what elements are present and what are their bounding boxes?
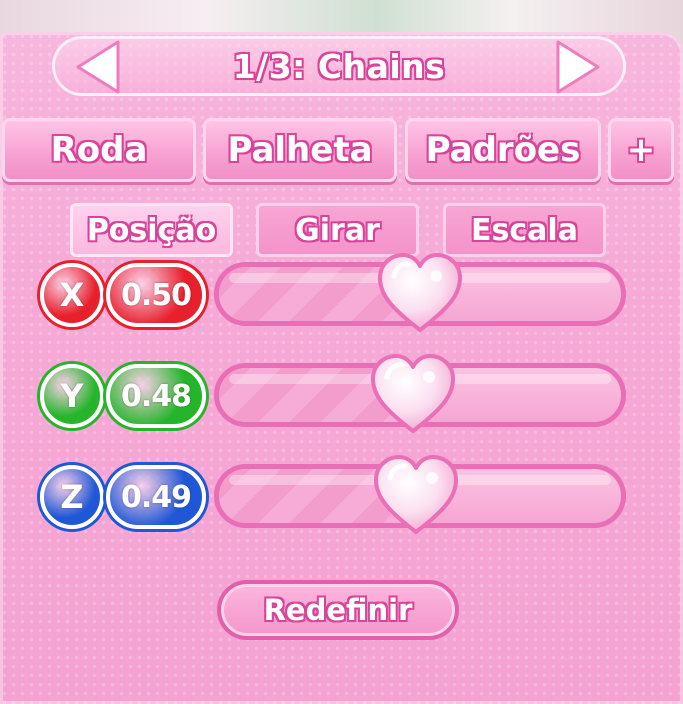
heart-knob-icon[interactable]	[370, 452, 462, 538]
slider-row-x: X 0.50	[0, 253, 683, 332]
tab-more-plus[interactable]: +	[608, 118, 674, 182]
reset-button[interactable]: Redefinir	[217, 580, 459, 640]
page-title: 1/3: Chains	[232, 46, 446, 86]
subtab-girar[interactable]: Girar	[256, 203, 419, 257]
axis-x-badge: X	[40, 263, 104, 327]
slider-row-z: Z 0.49	[0, 455, 683, 534]
tab-roda[interactable]: Roda	[2, 118, 196, 182]
axis-y-badge: Y	[40, 364, 104, 428]
arrow-left-icon[interactable]	[72, 38, 128, 96]
slider-row-y: Y 0.48	[0, 354, 683, 433]
axis-z-value: 0.49	[106, 465, 206, 529]
heart-knob-icon[interactable]	[367, 351, 459, 437]
axis-x-value: 0.50	[106, 263, 206, 327]
subtab-posicao[interactable]: Posição	[70, 203, 233, 257]
tab-palheta[interactable]: Palheta	[203, 118, 397, 182]
axis-z-badge: Z	[40, 465, 104, 529]
axis-y-value: 0.48	[106, 364, 206, 428]
tab-padroes[interactable]: Padrões	[405, 118, 601, 182]
heart-knob-icon[interactable]	[374, 250, 466, 336]
arrow-right-icon[interactable]	[548, 38, 604, 96]
subtab-escala[interactable]: Escala	[443, 203, 606, 257]
customization-panel: 1/3: Chains Roda Palheta Padrões + Posiç…	[0, 32, 683, 704]
